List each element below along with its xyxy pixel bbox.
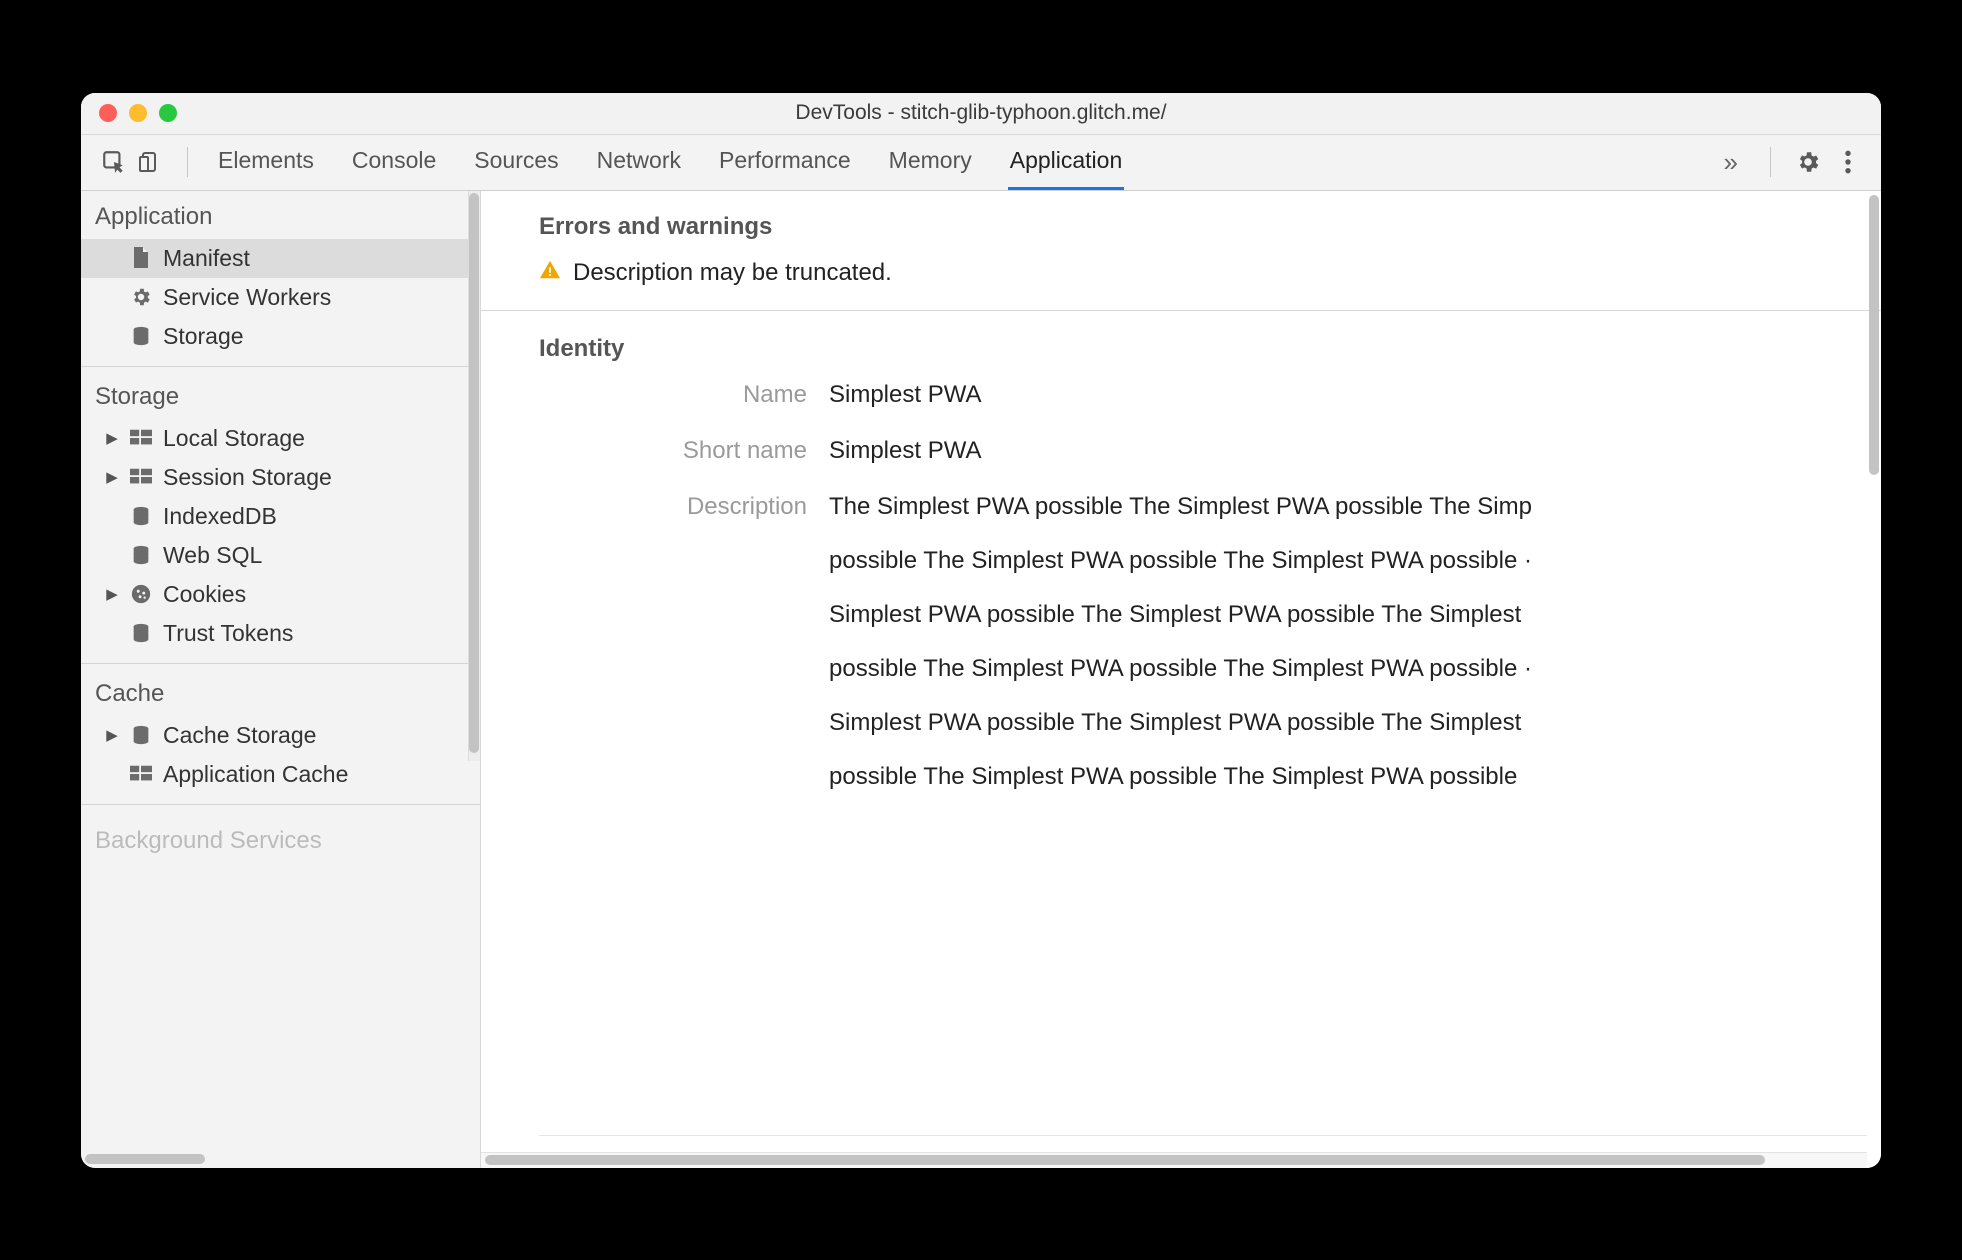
gear-icon <box>129 285 153 309</box>
sidebar-item-local-storage[interactable]: ▶ Local Storage <box>81 419 480 458</box>
tab-network[interactable]: Network <box>595 135 683 190</box>
main-vscroll-track[interactable] <box>1867 191 1881 491</box>
identity-section-title: Identity <box>539 335 1881 363</box>
sidebar-item-label: Cookies <box>163 581 246 608</box>
section-divider <box>481 310 1881 311</box>
row-description: Description The Simplest PWA possible Th… <box>539 493 1881 817</box>
kebab-menu-icon[interactable] <box>1833 147 1863 177</box>
sidebar-item-web-sql[interactable]: ▶Web SQL <box>81 536 480 575</box>
sidebar-item-label: Application Cache <box>163 761 348 788</box>
description-line: possible The Simplest PWA possible The S… <box>829 547 1881 575</box>
tab-sources[interactable]: Sources <box>472 135 560 190</box>
expand-triangle-icon[interactable]: ▶ <box>105 468 119 486</box>
sidebar-item-label: Service Workers <box>163 284 331 311</box>
grid-icon <box>129 426 153 450</box>
description-line: The Simplest PWA possible The Simplest P… <box>829 493 1881 521</box>
tabs-overflow-button[interactable]: » <box>1714 147 1748 178</box>
manifest-panel: Errors and warnings Description may be t… <box>481 191 1881 1168</box>
warning-row: Description may be truncated. <box>539 259 1881 288</box>
db-icon <box>129 324 153 348</box>
errors-section-title: Errors and warnings <box>539 213 1881 241</box>
expand-triangle-icon[interactable]: ▶ <box>105 429 119 447</box>
toolbar-divider-right <box>1770 147 1771 177</box>
sidebar-divider <box>81 663 480 664</box>
sidebar-item-cache-storage[interactable]: ▶ Cache Storage <box>81 716 480 755</box>
db-icon <box>129 543 153 567</box>
bottom-divider <box>539 1135 1867 1136</box>
tab-application[interactable]: Application <box>1008 135 1125 190</box>
sidebar-vscroll-thumb[interactable] <box>469 193 479 753</box>
description-line: possible The Simplest PWA possible The S… <box>829 655 1881 683</box>
sidebar-item-storage[interactable]: ▶Storage <box>81 317 480 356</box>
sidebar-item-label: Web SQL <box>163 542 262 569</box>
sidebar-item-service-workers[interactable]: ▶Service Workers <box>81 278 480 317</box>
db-icon <box>129 621 153 645</box>
window-controls <box>81 104 177 122</box>
sidebar-item-cookies[interactable]: ▶ Cookies <box>81 575 480 614</box>
expand-triangle-icon[interactable]: ▶ <box>105 585 119 603</box>
description-line: Simplest PWA possible The Simplest PWA p… <box>829 709 1881 737</box>
application-sidebar[interactable]: Application▶Manifest▶Service Workers▶Sto… <box>81 191 481 1168</box>
window-title: DevTools - stitch-glib-typhoon.glitch.me… <box>81 101 1881 125</box>
value-description: The Simplest PWA possible The Simplest P… <box>829 493 1881 817</box>
devtools-window: DevTools - stitch-glib-typhoon.glitch.me… <box>81 93 1881 1168</box>
main-vscroll-thumb[interactable] <box>1869 195 1879 475</box>
sidebar-item-session-storage[interactable]: ▶ Session Storage <box>81 458 480 497</box>
sidebar-item-label: Local Storage <box>163 425 305 452</box>
value-name: Simplest PWA <box>829 381 1881 409</box>
device-toggle-icon[interactable] <box>135 147 165 177</box>
settings-gear-icon[interactable] <box>1793 147 1823 177</box>
panel-body: Application▶Manifest▶Service Workers▶Sto… <box>81 191 1881 1168</box>
main-hscroll-thumb[interactable] <box>485 1155 1765 1165</box>
zoom-window-button[interactable] <box>159 104 177 122</box>
sidebar-item-label: Session Storage <box>163 464 332 491</box>
value-short-name: Simplest PWA <box>829 437 1881 465</box>
sidebar-item-label: IndexedDB <box>163 503 277 530</box>
sidebar-item-label: Storage <box>163 323 244 350</box>
devtools-tabs: Elements Console Sources Network Perform… <box>216 135 1124 190</box>
label-description: Description <box>539 493 829 521</box>
label-name: Name <box>539 381 829 409</box>
cookie-icon <box>129 582 153 606</box>
sidebar-item-label: Cache Storage <box>163 722 316 749</box>
sidebar-item-application-cache[interactable]: ▶Application Cache <box>81 755 480 794</box>
sidebar-section-background-services: Background Services <box>81 809 480 863</box>
tab-console[interactable]: Console <box>350 135 438 190</box>
toolbar-divider <box>187 147 188 177</box>
inspect-element-icon[interactable] <box>99 147 129 177</box>
sidebar-vscroll-track[interactable] <box>468 191 480 761</box>
devtools-toolbar: Elements Console Sources Network Perform… <box>81 135 1881 191</box>
grid-icon <box>129 465 153 489</box>
sidebar-section-cache: Cache <box>81 668 480 716</box>
sidebar-divider <box>81 804 480 805</box>
sidebar-item-indexeddb[interactable]: ▶IndexedDB <box>81 497 480 536</box>
label-short-name: Short name <box>539 437 829 465</box>
titlebar: DevTools - stitch-glib-typhoon.glitch.me… <box>81 93 1881 135</box>
sidebar-item-manifest[interactable]: ▶Manifest <box>81 239 480 278</box>
sidebar-hscroll-thumb[interactable] <box>85 1154 205 1164</box>
close-window-button[interactable] <box>99 104 117 122</box>
description-line: Simplest PWA possible The Simplest PWA p… <box>829 601 1881 629</box>
file-icon <box>129 246 153 270</box>
sidebar-item-trust-tokens[interactable]: ▶Trust Tokens <box>81 614 480 653</box>
db-icon <box>129 504 153 528</box>
expand-triangle-icon[interactable]: ▶ <box>105 726 119 744</box>
tab-elements[interactable]: Elements <box>216 135 316 190</box>
row-name: Name Simplest PWA <box>539 381 1881 409</box>
description-line: possible The Simplest PWA possible The S… <box>829 763 1881 791</box>
grid-icon <box>129 762 153 786</box>
sidebar-section-application: Application <box>81 191 480 239</box>
sidebar-item-label: Manifest <box>163 245 250 272</box>
row-short-name: Short name Simplest PWA <box>539 437 1881 465</box>
warning-icon <box>539 259 561 288</box>
sidebar-section-storage: Storage <box>81 371 480 419</box>
sidebar-divider <box>81 366 480 367</box>
tab-performance[interactable]: Performance <box>717 135 853 190</box>
tab-memory[interactable]: Memory <box>887 135 974 190</box>
main-hscroll-track[interactable] <box>481 1152 1867 1168</box>
db-icon <box>129 723 153 747</box>
minimize-window-button[interactable] <box>129 104 147 122</box>
sidebar-item-label: Trust Tokens <box>163 620 293 647</box>
warning-text: Description may be truncated. <box>573 259 892 287</box>
